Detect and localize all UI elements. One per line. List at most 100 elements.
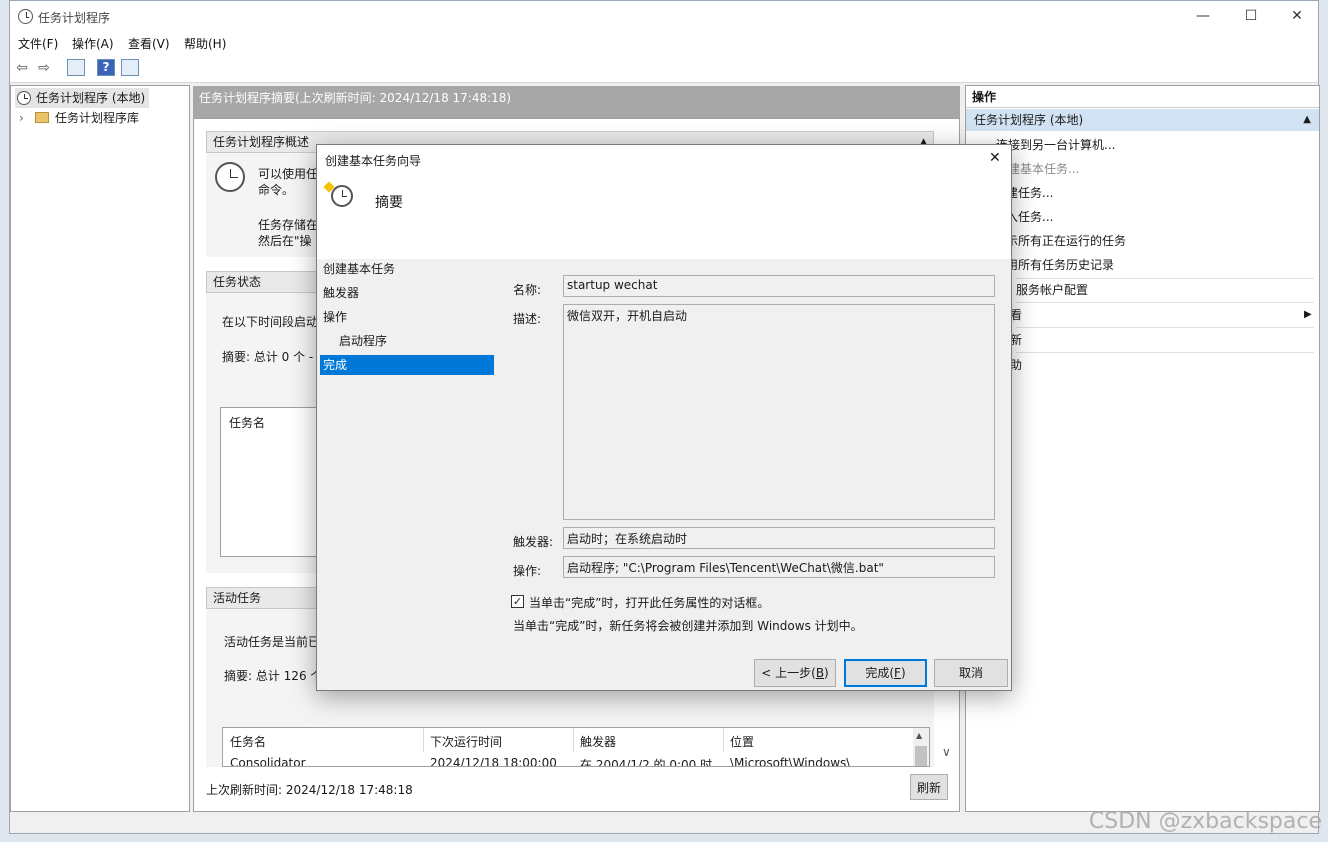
action-create-task[interactable]: 建任务...	[966, 181, 1316, 205]
overview-text: 可以使用任	[258, 167, 319, 181]
scroll-up-icon[interactable]: ▲	[916, 731, 922, 740]
action-create-basic-task[interactable]: 创建基本任务...	[966, 157, 1316, 181]
action-connect-computer[interactable]: 连接到另一台计算机...	[966, 133, 1316, 157]
wizard-step-trigger[interactable]: 触发器	[323, 283, 359, 303]
section-title: 任务状态	[213, 275, 262, 289]
clock-icon	[215, 162, 245, 192]
column-divider	[573, 728, 574, 752]
close-button[interactable]: ✕	[1274, 1, 1320, 32]
dialog-body: 创建基本任务 触发器 操作 启动程序 完成 名称: startup wechat…	[317, 259, 1011, 690]
column-divider	[723, 728, 724, 752]
action-show-running-tasks[interactable]: 示所有正在运行的任务	[966, 229, 1316, 253]
cell-next-run: 2024/12/18 18:00:00	[430, 756, 557, 767]
expand-chevron-icon[interactable]: ›	[19, 108, 24, 128]
overview-text: 然后在"操	[258, 234, 312, 248]
tree-item-root[interactable]: 任务计划程序 (本地)	[15, 88, 149, 108]
name-field[interactable]: startup wechat	[563, 275, 995, 297]
clock-icon	[18, 9, 33, 24]
summary-header-text: 任务计划程序摘要(上次刷新时间: 2024/12/18 17:48:18)	[199, 91, 512, 105]
action-enable-history[interactable]: 用所有任务历史记录	[966, 253, 1316, 277]
action-refresh[interactable]: 新	[966, 328, 1316, 352]
tree-item-library[interactable]: › 任务计划程序库	[15, 108, 185, 128]
cell-task-name: Consolidator	[230, 756, 306, 767]
column-header-next-run[interactable]: 下次运行时间	[430, 733, 502, 750]
window-title: 任务计划程序	[38, 11, 111, 25]
menu-action[interactable]: 操作(A)	[72, 35, 114, 52]
collapse-up-icon[interactable]: ▲	[1303, 109, 1311, 131]
cancel-button[interactable]: 取消	[934, 659, 1008, 687]
column-header-task-name[interactable]: 任务名	[230, 733, 266, 750]
finish-info-text: 当单击“完成”时，新任务将会被创建并添加到 Windows 计划中。	[513, 619, 863, 633]
open-properties-label[interactable]: 当单击“完成”时，打开此任务属性的对话框。	[529, 594, 769, 611]
status-text: 在以下时间段启动	[222, 315, 319, 329]
watermark: CSDN @zxbackspace	[1088, 809, 1322, 834]
actions-group-header[interactable]: 任务计划程序 (本地) ▲	[966, 109, 1319, 131]
action-service-account-config[interactable]: 服务帐户配置	[966, 278, 1316, 302]
actions-title: 操作	[966, 86, 1319, 108]
action-import-task[interactable]: 入任务...	[966, 205, 1316, 229]
wizard-step-finish[interactable]: 完成	[320, 355, 494, 375]
create-basic-task-dialog: 创建基本任务向导 ✕ 摘要 创建基本任务 触发器 操作 启动程序 完成 名称: …	[316, 144, 1012, 691]
submenu-arrow-icon: ▶	[1304, 309, 1312, 320]
actions-pane: 操作 任务计划程序 (本地) ▲ 连接到另一台计算机... 创建基本任务... …	[965, 85, 1320, 812]
back-button[interactable]: < 上一步(B)	[754, 659, 836, 687]
active-text: 活动任务是当前已	[224, 635, 321, 649]
finish-button[interactable]: 完成(F)	[844, 659, 927, 687]
scrollbar-thumb[interactable]	[915, 746, 927, 766]
trigger-field[interactable]: 启动时；在系统启动时	[563, 527, 995, 549]
maximize-button[interactable]: ☐	[1228, 1, 1274, 32]
last-refresh-text: 上次刷新时间: 2024/12/18 17:48:18	[206, 783, 413, 797]
overview-text: 命令。	[258, 183, 295, 197]
help-icon[interactable]: ?	[97, 59, 115, 76]
scroll-down-icon[interactable]: ∨	[942, 745, 951, 759]
folder-icon	[35, 112, 49, 123]
menu-bar: 文件(F) 操作(A) 查看(V) 帮助(H)	[10, 32, 1318, 54]
refresh-button[interactable]: 刷新	[910, 774, 948, 800]
dialog-close-button[interactable]: ✕	[989, 150, 1001, 166]
title-bar: 任务计划程序 — ☐ ✕	[10, 1, 1318, 32]
column-header-trigger[interactable]: 触发器	[580, 733, 616, 750]
cell-location: \Microsoft\Windows\	[730, 756, 851, 767]
description-field[interactable]: 微信双开，开机自启动	[563, 304, 995, 520]
status-summary: 摘要: 总计 0 个 -	[222, 350, 314, 364]
active-task-grid[interactable]: 任务名 下次运行时间 触发器 位置 Consolidator 2024/12/1…	[222, 727, 930, 767]
show-hide-action-pane-icon[interactable]	[121, 59, 139, 76]
actions-group-label: 任务计划程序 (本地)	[974, 113, 1084, 127]
summary-header: 任务计划程序摘要(上次刷新时间: 2024/12/18 17:48:18)	[193, 86, 960, 118]
forward-arrow-icon[interactable]: ⇨	[34, 58, 54, 78]
table-row[interactable]: Consolidator 2024/12/18 18:00:00 在 2004/…	[223, 756, 913, 767]
tree-item-label: 任务计划程序 (本地)	[36, 91, 146, 105]
tree-item-label: 任务计划程序库	[55, 111, 140, 125]
open-properties-checkbox[interactable]: ✓	[511, 595, 524, 608]
column-header-task-name[interactable]: 任务名	[229, 414, 265, 431]
overview-text: 任务存储在	[258, 218, 319, 232]
minimize-button[interactable]: —	[1180, 1, 1226, 32]
section-title: 任务计划程序概述	[213, 135, 310, 149]
action-help[interactable]: 助	[966, 353, 1316, 377]
wizard-step-start-program[interactable]: 启动程序	[339, 331, 387, 351]
show-hide-tree-icon[interactable]	[67, 59, 85, 76]
section-title: 活动任务	[213, 591, 262, 605]
back-arrow-icon[interactable]: ⇦	[12, 58, 32, 78]
wizard-step-create[interactable]: 创建基本任务	[323, 259, 395, 279]
menu-help[interactable]: 帮助(H)	[184, 35, 226, 52]
menu-view[interactable]: 查看(V)	[128, 35, 170, 52]
wizard-step-action[interactable]: 操作	[323, 307, 347, 327]
action-field[interactable]: 启动程序; "C:\Program Files\Tencent\WeChat\微…	[563, 556, 995, 578]
clock-icon	[17, 91, 31, 105]
active-summary: 摘要: 总计 126 个	[224, 669, 323, 683]
dialog-heading: 摘要	[375, 195, 403, 211]
menu-file[interactable]: 文件(F)	[18, 35, 58, 52]
clock-icon	[331, 185, 353, 207]
trigger-label: 触发器:	[513, 535, 554, 549]
name-label: 名称:	[513, 283, 542, 297]
toolbar: ⇦ ⇨ ?	[10, 54, 1318, 83]
column-divider	[423, 728, 424, 752]
cell-trigger: 在 2004/1/2 的 0:00 时	[580, 758, 713, 767]
navigation-tree: 任务计划程序 (本地) › 任务计划程序库	[10, 85, 190, 812]
grid-scrollbar[interactable]: ▲	[913, 728, 929, 766]
description-label: 描述:	[513, 312, 542, 326]
action-view[interactable]: 看 ▶	[966, 303, 1316, 327]
action-label: 操作:	[513, 564, 542, 578]
column-header-location[interactable]: 位置	[730, 733, 754, 750]
